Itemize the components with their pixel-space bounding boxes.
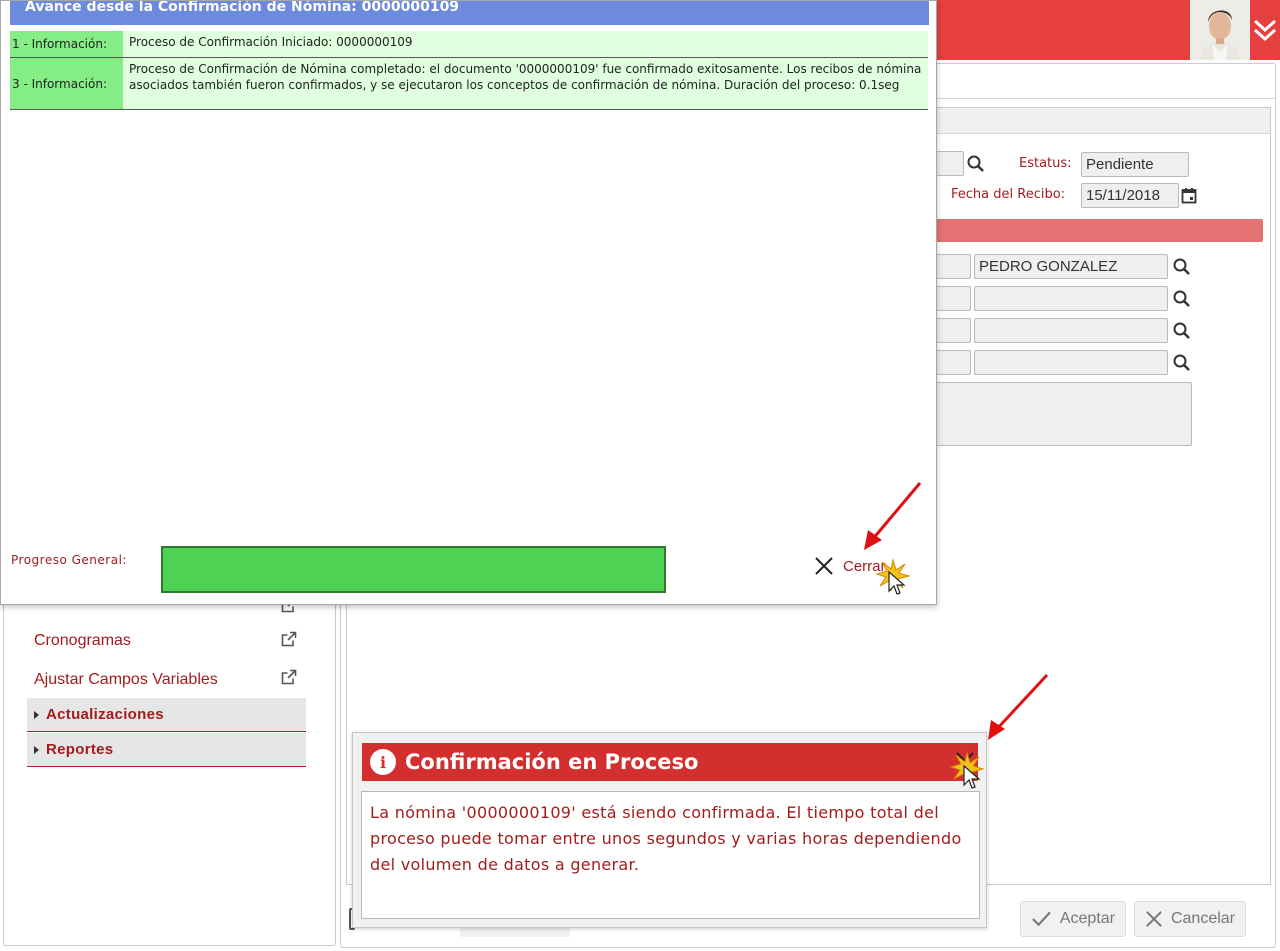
sidebar-item-ajustar-campos[interactable]: Ajustar Campos Variables: [34, 671, 218, 689]
progress-fill: [163, 548, 664, 591]
sidebar-section-label: Reportes: [46, 741, 114, 758]
caret-right-icon: [34, 745, 39, 754]
external-link-icon[interactable]: [281, 669, 297, 685]
employee-name-field: PEDRO GONZALEZ: [974, 254, 1168, 279]
cancel-button[interactable]: Cancelar: [1134, 901, 1246, 937]
receipt-date-label: Fecha del Recibo:: [951, 187, 1066, 202]
cancel-button-label: Cancelar: [1170, 910, 1235, 927]
accept-button-label: Aceptar: [1059, 910, 1115, 927]
form-section-header: [936, 108, 1270, 134]
sidebar-section-reportes[interactable]: Reportes: [27, 733, 306, 767]
sidebar-item-cronogramas[interactable]: Cronogramas: [34, 632, 131, 650]
accept-button[interactable]: Aceptar: [1020, 901, 1126, 937]
progress-modal: Avance desde la Confirmación de Nómina: …: [0, 0, 937, 605]
search-icon[interactable]: [966, 154, 986, 174]
notification-message: La nómina '0000000109' está siendo confi…: [361, 791, 980, 919]
lookup-description-field: [974, 318, 1168, 343]
lookup-description-field: [974, 286, 1168, 311]
search-icon[interactable]: [1172, 353, 1192, 373]
receipt-date-field[interactable]: 15/11/2018: [1081, 183, 1179, 208]
close-button[interactable]: Cerrar: [813, 553, 886, 579]
search-icon[interactable]: [1172, 289, 1192, 309]
avatar[interactable]: [1190, 0, 1250, 60]
check-icon: [1032, 911, 1051, 927]
lookup-code-field[interactable]: [936, 318, 971, 343]
log-message: Proceso de Confirmación Iniciado: 000000…: [129, 35, 413, 49]
notification-dialog: i Confirmación en Proceso La nómina '000…: [352, 732, 987, 928]
lookup-code-field[interactable]: [936, 350, 971, 375]
close-icon: [815, 557, 833, 575]
search-icon[interactable]: [1172, 321, 1192, 341]
modal-title: Avance desde la Confirmación de Nómina: …: [10, 1, 929, 25]
close-button-label: Cerrar: [843, 557, 886, 575]
notes-textarea[interactable]: [936, 382, 1192, 446]
progress-label: Progreso General:: [11, 553, 127, 567]
section-bar: [936, 219, 1263, 242]
close-icon: [1146, 911, 1162, 927]
tab-strip-divider: [936, 98, 1276, 99]
sidebar-section-actualizaciones[interactable]: Actualizaciones: [27, 698, 306, 732]
notification-title: Confirmación en Proceso: [405, 750, 699, 774]
sidebar-section-label: Actualizaciones: [46, 706, 164, 723]
chevron-double-down-icon[interactable]: [1252, 16, 1278, 44]
progress-bar: [161, 546, 666, 593]
calendar-icon[interactable]: [1181, 187, 1197, 204]
external-link-icon[interactable]: [281, 631, 297, 647]
notification-header: i Confirmación en Proceso: [362, 743, 978, 781]
footer-button-fragment[interactable]: [460, 928, 570, 937]
employee-code-field[interactable]: [936, 254, 971, 279]
footer-button-fragment[interactable]: [580, 928, 688, 937]
log-row: 1 - Información: Proceso de Confirmación…: [10, 31, 928, 58]
log-type: 3 - Información:: [10, 58, 123, 109]
status-label: Estatus:: [1019, 156, 1072, 171]
status-field: Pendiente: [1081, 152, 1189, 177]
search-icon[interactable]: [1172, 257, 1192, 277]
log-message: Proceso de Confirmación de Nómina comple…: [129, 62, 922, 92]
log-type: 1 - Información:: [10, 31, 123, 57]
document-field[interactable]: [936, 151, 964, 176]
log-row: 3 - Información: Proceso de Confirmación…: [10, 58, 928, 110]
close-icon[interactable]: [954, 750, 976, 772]
process-log: 1 - Información: Proceso de Confirmación…: [10, 31, 928, 110]
lookup-description-field: [974, 350, 1168, 375]
lookup-code-field[interactable]: [936, 286, 971, 311]
info-icon: i: [370, 749, 396, 775]
caret-right-icon: [34, 710, 39, 719]
